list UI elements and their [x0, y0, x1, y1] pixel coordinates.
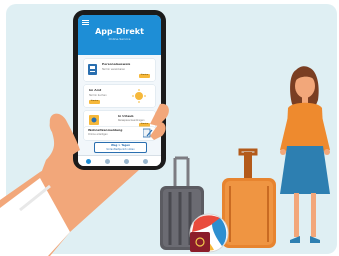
- illustration-scene: App-Direkt Online-Service Personalauswei…: [0, 0, 339, 256]
- hand-fingers-front: [40, 103, 169, 176]
